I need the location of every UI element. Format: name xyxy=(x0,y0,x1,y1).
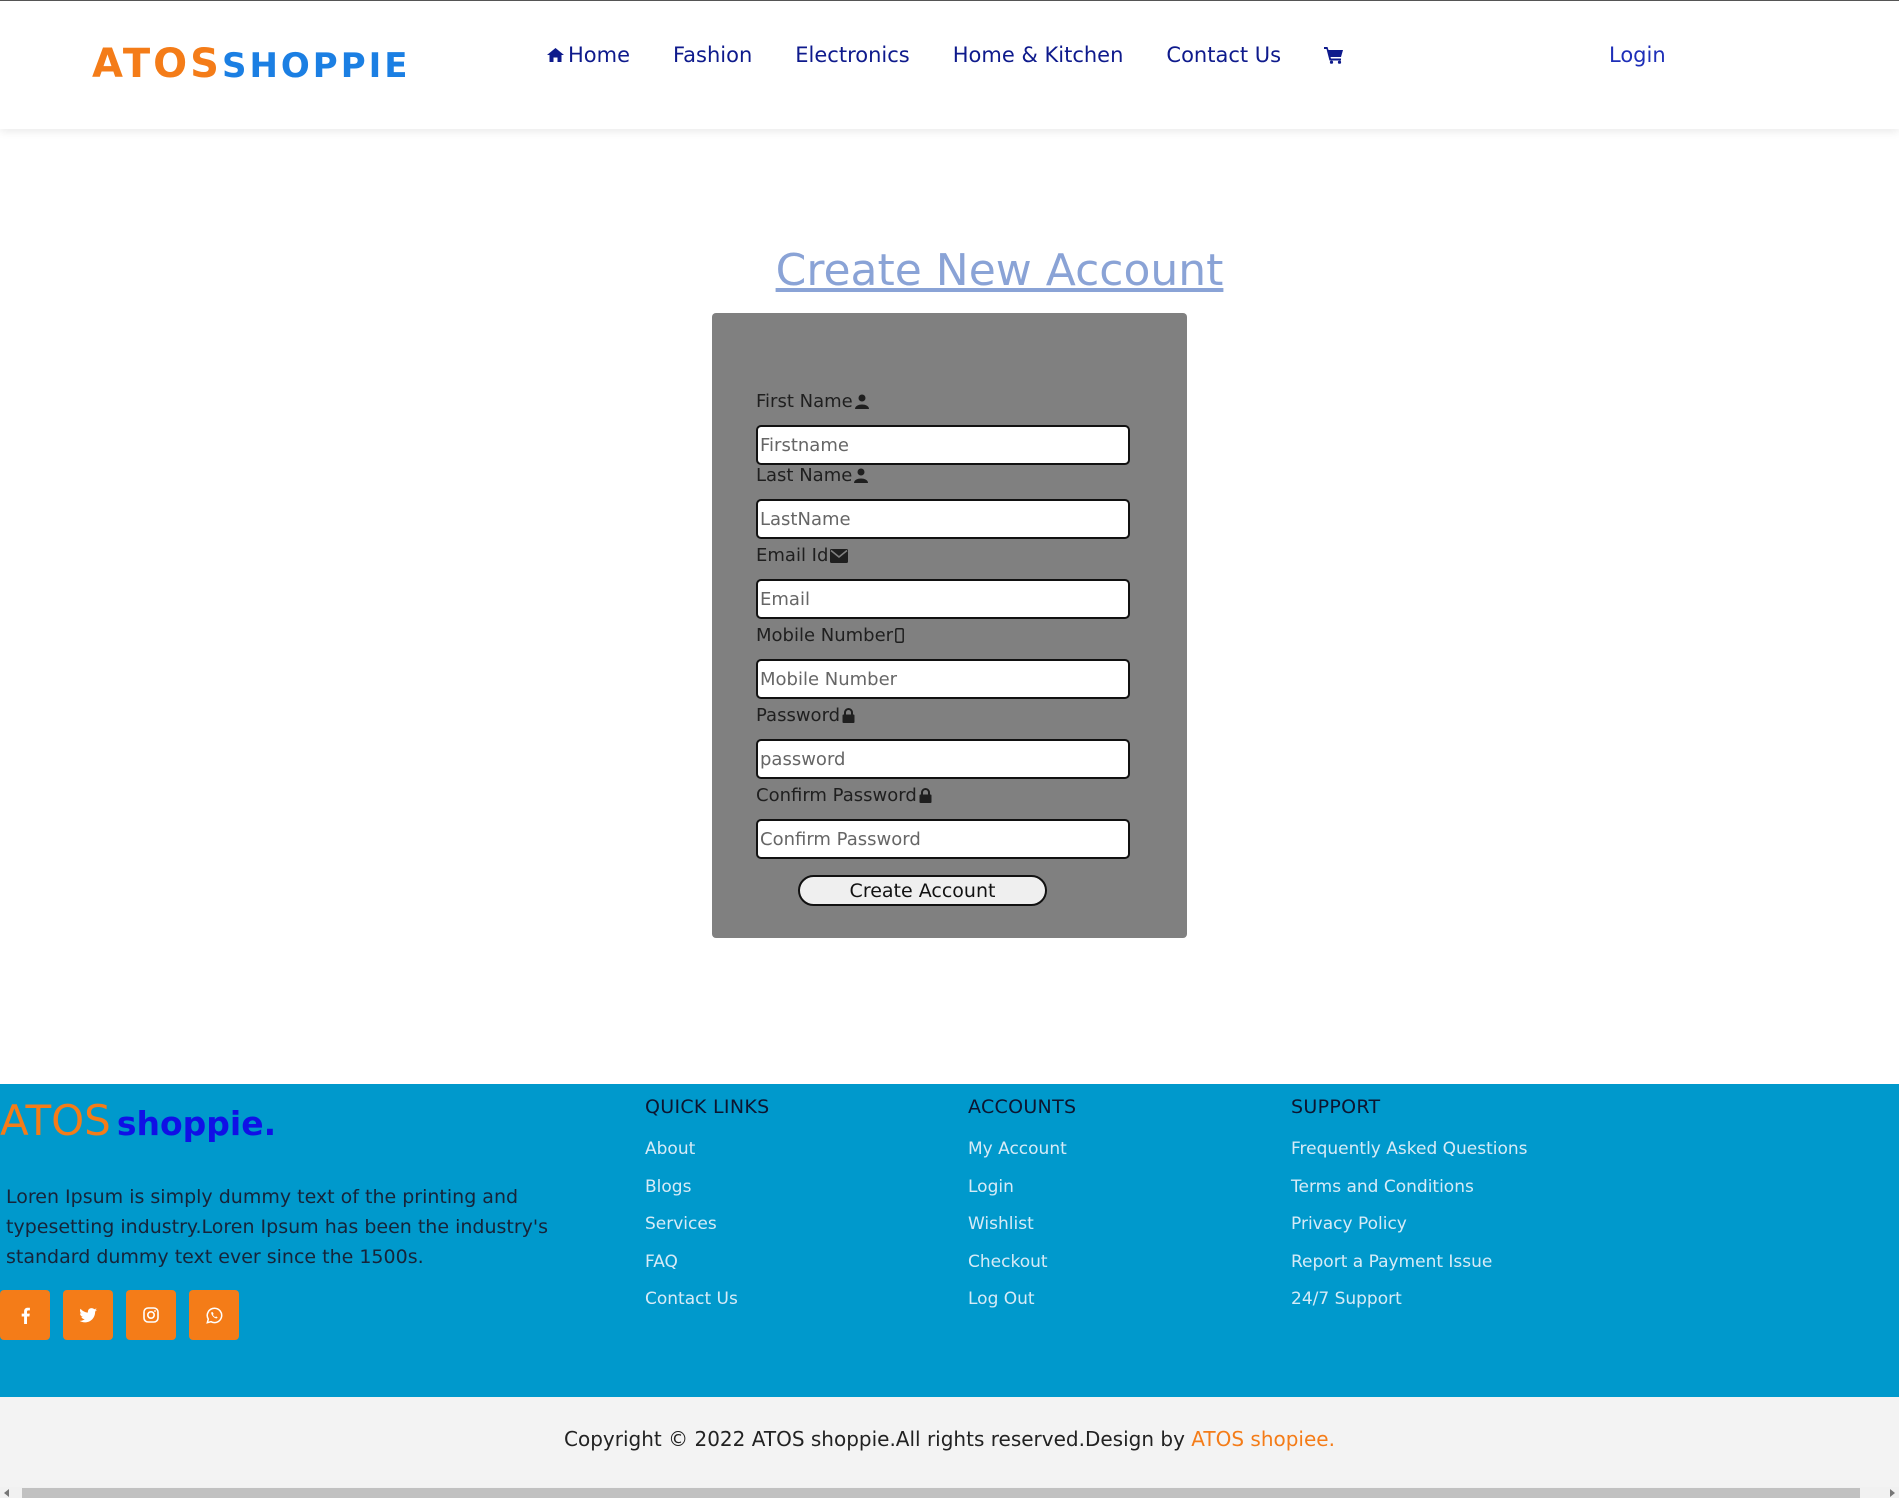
mobile-label: Mobile Number xyxy=(756,625,905,646)
footer-link-privacy[interactable]: Privacy Policy xyxy=(1291,1214,1407,1234)
facebook-button[interactable] xyxy=(0,1290,50,1340)
scroll-right-arrow-icon[interactable] xyxy=(1890,1489,1895,1497)
page-title-text: Create New Account xyxy=(775,245,1224,296)
nav-fashion-label: Fashion xyxy=(673,43,753,67)
site-logo[interactable]: ATOSSHOPPIE xyxy=(92,41,411,87)
copyright-bar: Copyright © 2022 ATOS shoppie.All rights… xyxy=(0,1397,1899,1487)
first-name-input[interactable] xyxy=(756,425,1130,465)
email-label: Email Id xyxy=(756,545,849,566)
support-heading: SUPPORT xyxy=(1291,1096,1381,1118)
envelope-icon xyxy=(830,548,849,563)
password-label: Password xyxy=(756,705,855,726)
footer-link-terms[interactable]: Terms and Conditions xyxy=(1291,1177,1474,1197)
whatsapp-icon xyxy=(205,1306,222,1324)
logo-part-shoppie: SHOPPIE xyxy=(221,46,411,86)
nav-electronics-label: Electronics xyxy=(795,43,910,67)
copyright-text: Copyright © 2022 ATOS shoppie.All rights… xyxy=(0,1427,1899,1451)
password-label-text: Password xyxy=(756,705,841,726)
copyright-main: Copyright © 2022 ATOS shoppie.All rights… xyxy=(564,1427,1192,1451)
lock-icon xyxy=(919,788,932,803)
footer-link-checkout[interactable]: Checkout xyxy=(968,1252,1048,1272)
nav-home-kitchen-label: Home & Kitchen xyxy=(952,43,1124,67)
scroll-left-arrow-icon[interactable] xyxy=(4,1489,9,1497)
confirm-password-label-text: Confirm Password xyxy=(756,785,917,806)
nav-home-kitchen[interactable]: Home & Kitchen xyxy=(953,43,1124,67)
footer-logo-atos: ATOS xyxy=(0,1096,111,1145)
login-link[interactable]: Login xyxy=(1609,43,1666,67)
social-links xyxy=(0,1290,252,1340)
footer-link-support-247[interactable]: 24/7 Support xyxy=(1291,1289,1402,1309)
site-footer: ATOS shoppie. Loren Ipsum is simply dummy… xyxy=(0,1084,1899,1397)
password-input[interactable] xyxy=(756,739,1130,779)
mobile-input[interactable] xyxy=(756,659,1130,699)
email-label-text: Email Id xyxy=(756,545,829,566)
footer-link-blogs[interactable]: Blogs xyxy=(645,1177,691,1197)
footer-link-faq[interactable]: FAQ xyxy=(645,1252,678,1272)
last-name-label-text: Last Name xyxy=(756,465,853,486)
first-name-label: First Name xyxy=(756,391,869,412)
footer-link-services[interactable]: Services xyxy=(645,1214,717,1234)
page-title: Create New Account xyxy=(0,245,1899,296)
create-account-button[interactable]: Create Account xyxy=(798,875,1047,906)
copyright-brand[interactable]: ATOS shopiee. xyxy=(1191,1427,1335,1451)
user-icon xyxy=(854,468,869,483)
footer-link-log-out[interactable]: Log Out xyxy=(968,1289,1035,1309)
footer-link-wishlist[interactable]: Wishlist xyxy=(968,1214,1034,1234)
footer-accounts: ACCOUNTS My Account Login Wishlist Check… xyxy=(968,1084,1076,1319)
footer-link-about[interactable]: About xyxy=(645,1139,695,1159)
nav-home-label: Home xyxy=(568,43,631,67)
footer-link-contact-us[interactable]: Contact Us xyxy=(645,1289,738,1309)
confirm-password-input[interactable] xyxy=(756,819,1130,859)
nav-fashion[interactable]: Fashion xyxy=(673,43,752,67)
email-input[interactable] xyxy=(756,579,1130,619)
twitter-button[interactable] xyxy=(63,1290,113,1340)
last-name-label: Last Name xyxy=(756,465,869,486)
last-name-input[interactable] xyxy=(756,499,1130,539)
footer-link-report-payment[interactable]: Report a Payment Issue xyxy=(1291,1252,1492,1272)
mobile-label-text: Mobile Number xyxy=(756,625,894,646)
main-nav: Home Fashion Electronics Home & Kitchen … xyxy=(546,43,1347,67)
logo-part-atos: ATOS xyxy=(92,41,222,87)
instagram-button[interactable] xyxy=(126,1290,176,1340)
nav-home[interactable]: Home xyxy=(546,43,630,67)
footer-link-my-account[interactable]: My Account xyxy=(968,1139,1067,1159)
footer-logo[interactable]: ATOS shoppie. xyxy=(0,1096,276,1145)
site-header: ATOSSHOPPIE Home Fashion Electronics Hom… xyxy=(0,0,1899,129)
footer-about-text: Loren Ipsum is simply dummy text of the … xyxy=(6,1186,549,1268)
scrollbar-thumb[interactable] xyxy=(22,1488,1860,1498)
mobile-icon xyxy=(895,628,905,643)
footer-link-login[interactable]: Login xyxy=(968,1177,1014,1197)
quick-links-heading: QUICK LINKS xyxy=(645,1096,770,1118)
facebook-icon xyxy=(21,1307,30,1324)
lock-icon xyxy=(842,708,855,723)
confirm-password-label: Confirm Password xyxy=(756,785,932,806)
nav-contact-us[interactable]: Contact Us xyxy=(1166,43,1281,67)
first-name-label-text: First Name xyxy=(756,391,853,412)
home-icon xyxy=(547,48,564,62)
signup-form: First Name Last Name Email Id Mobile Num… xyxy=(712,313,1187,938)
footer-support: SUPPORT Frequently Asked Questions Terms… xyxy=(1291,1084,1528,1319)
footer-link-faq-full[interactable]: Frequently Asked Questions xyxy=(1291,1139,1528,1159)
cart-icon xyxy=(1324,47,1344,64)
nav-contact-us-label: Contact Us xyxy=(1166,43,1282,67)
footer-logo-shoppie: shoppie. xyxy=(116,1104,277,1143)
horizontal-scrollbar[interactable] xyxy=(0,1487,1899,1498)
instagram-icon xyxy=(143,1307,159,1323)
whatsapp-button[interactable] xyxy=(189,1290,239,1340)
footer-quick-links: QUICK LINKS About Blogs Services FAQ Con… xyxy=(645,1084,769,1319)
cart-button[interactable] xyxy=(1324,46,1347,64)
nav-electronics[interactable]: Electronics xyxy=(795,43,909,67)
twitter-icon xyxy=(79,1307,97,1322)
user-icon xyxy=(854,394,869,409)
accounts-heading: ACCOUNTS xyxy=(968,1096,1077,1118)
